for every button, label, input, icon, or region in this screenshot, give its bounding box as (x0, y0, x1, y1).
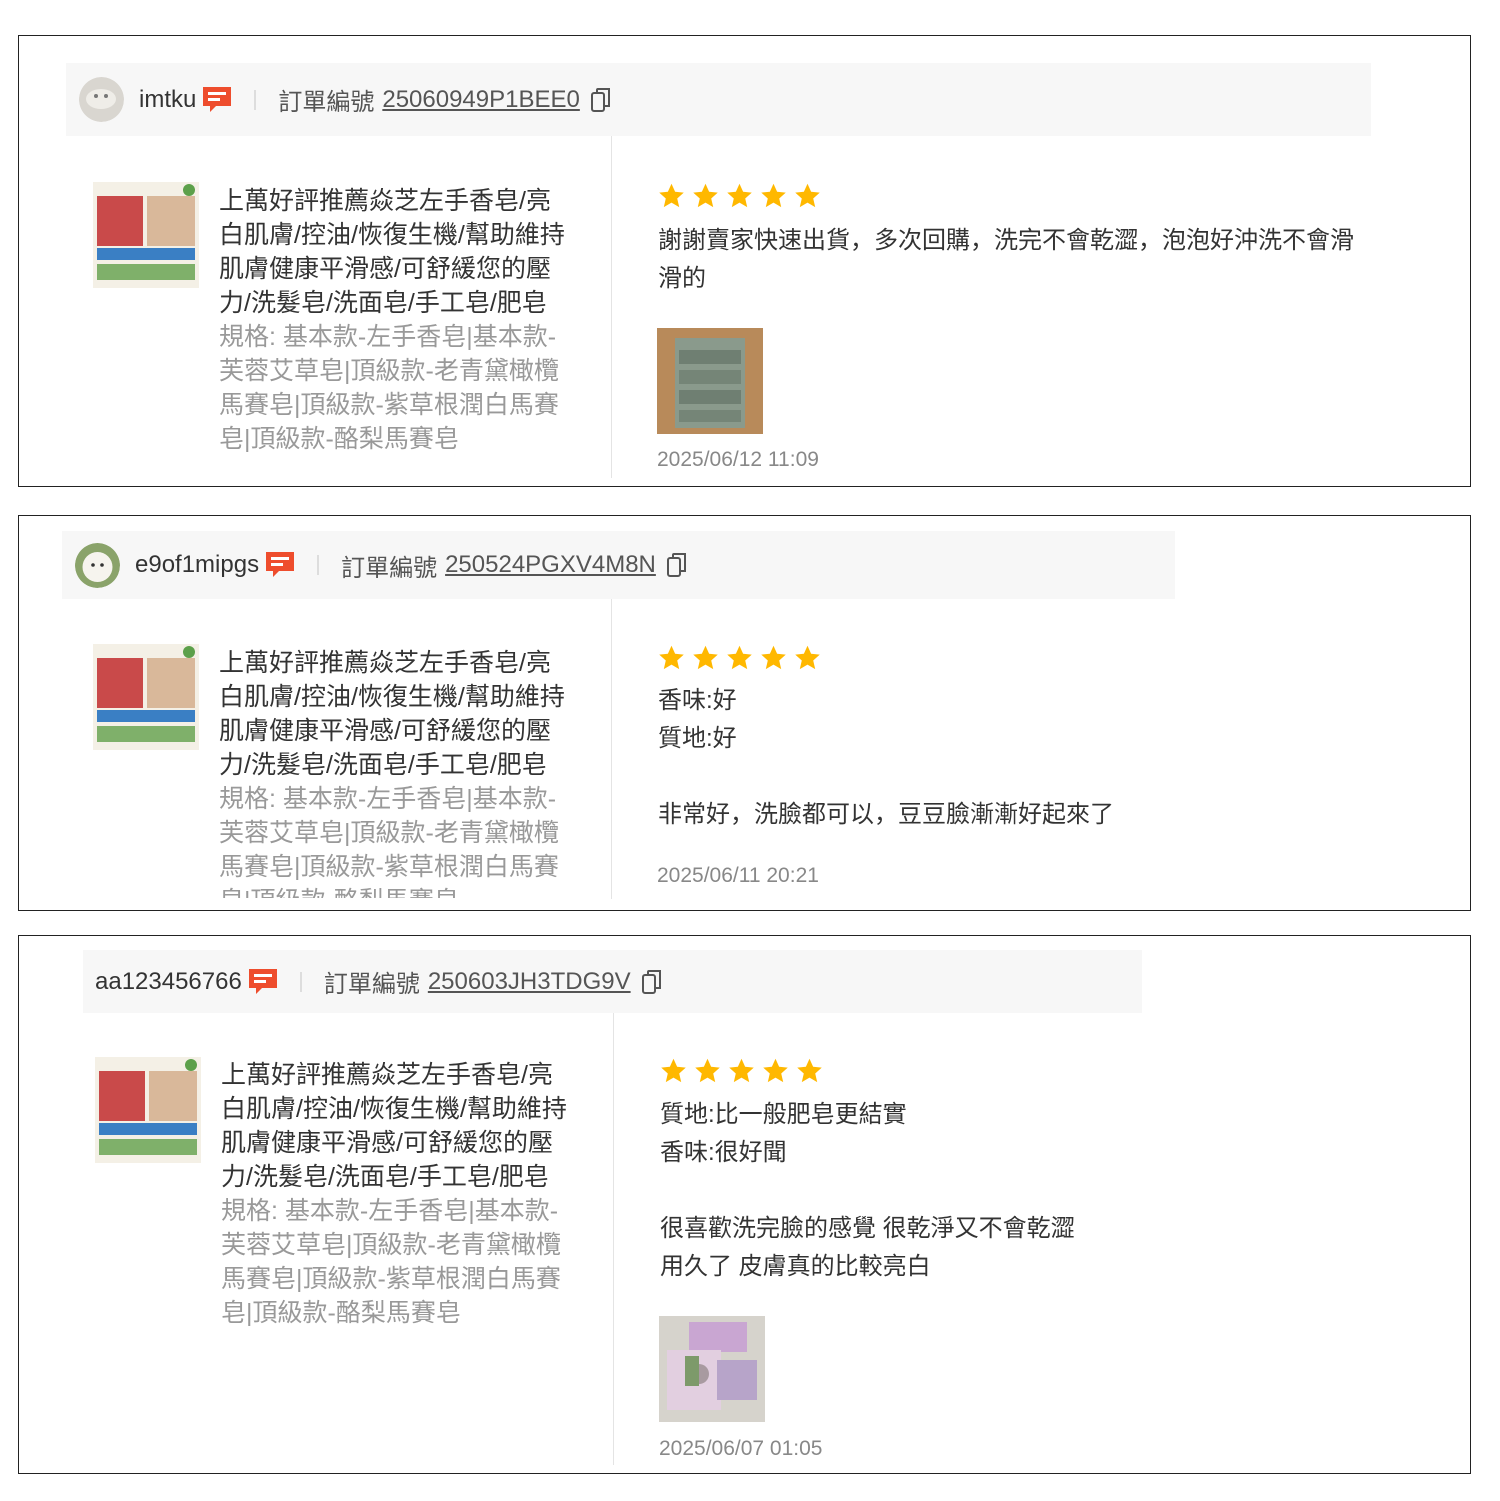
review-header: e9of1mipgs 訂單編號 250524PGXV4M8N (62, 531, 1175, 599)
column-divider (613, 1013, 614, 1465)
star-icon (761, 645, 786, 670)
star-icon (661, 1058, 686, 1083)
star-icon (761, 183, 786, 208)
review-photo[interactable] (657, 328, 763, 434)
star-icon (727, 645, 752, 670)
star-icon (795, 183, 820, 208)
username[interactable]: imtku (139, 86, 196, 114)
chat-bubble-icon[interactable] (248, 967, 278, 997)
star-icon (729, 1058, 754, 1083)
order-number-link[interactable]: 250524PGXV4M8N (445, 551, 656, 579)
product-thumbnail[interactable] (93, 644, 199, 750)
username[interactable]: aa123456766 (95, 968, 242, 996)
order-label: 訂單編號 (341, 554, 438, 582)
star-icon (693, 183, 718, 208)
order-label: 訂單編號 (278, 89, 375, 116)
rating-stars (659, 1057, 824, 1085)
column-divider (611, 136, 612, 478)
star-icon (659, 645, 684, 670)
review-header: aa123456766 訂單編號 250603JH3TDG9V (83, 950, 1142, 1013)
order-label: 訂單編號 (323, 971, 420, 998)
rating-stars (657, 644, 822, 672)
product-info: 上萬好評推薦焱芝左手香皂/亮白肌膚/控油/恢復生機/幫助維持肌膚健康平滑感/可舒… (219, 646, 574, 898)
copy-icon[interactable] (641, 969, 663, 995)
review-card: e9of1mipgs 訂單編號 250524PGXV4M8N 上萬好評推薦焱芝左… (18, 515, 1471, 911)
copy-icon[interactable] (590, 87, 612, 113)
order-number-link[interactable]: 25060949P1BEE0 (382, 86, 580, 114)
header-divider (299, 971, 302, 992)
rating-stars (657, 182, 822, 210)
header-divider (254, 89, 257, 110)
product-variation: 規格: 基本款-左手香皂|基本款-芙蓉艾草皂|頂級款-老青黛橄欖馬賽皂|頂級款-… (219, 785, 559, 898)
user-avatar[interactable] (75, 542, 120, 588)
review-comment: 香味:好 質地:好 非常好，洗臉都可以，豆豆臉漸漸好起來了 (658, 687, 1114, 828)
product-title[interactable]: 上萬好評推薦焱芝左手香皂/亮白肌膚/控油/恢復生機/幫助維持肌膚健康平滑感/可舒… (219, 184, 574, 320)
review-date: 2025/06/07 01:05 (659, 1437, 823, 1460)
review-date: 2025/06/11 20:21 (657, 864, 819, 887)
product-thumbnail[interactable] (95, 1057, 201, 1163)
star-icon (695, 1058, 720, 1083)
product-title[interactable]: 上萬好評推薦焱芝左手香皂/亮白肌膚/控油/恢復生機/幫助維持肌膚健康平滑感/可舒… (219, 646, 574, 782)
header-divider (317, 555, 320, 575)
product-title[interactable]: 上萬好評推薦焱芝左手香皂/亮白肌膚/控油/恢復生機/幫助維持肌膚健康平滑感/可舒… (221, 1058, 576, 1194)
star-icon (797, 1058, 822, 1083)
review-date: 2025/06/12 11:09 (657, 448, 819, 471)
username[interactable]: e9of1mipgs (135, 551, 259, 579)
review-comment: 質地:比一般肥皂更結實 香味:很好聞 很喜歡洗完臉的感覺 很乾淨又不會乾澀 用久… (660, 1101, 1075, 1280)
review-card: aa123456766 訂單編號 250603JH3TDG9V 上萬好評推薦焱芝… (18, 935, 1471, 1474)
star-icon (659, 183, 684, 208)
order-number-link[interactable]: 250603JH3TDG9V (428, 968, 631, 996)
user-avatar[interactable] (79, 77, 124, 122)
product-variation: 規格: 基本款-左手香皂|基本款-芙蓉艾草皂|頂級款-老青黛橄欖馬賽皂|頂級款-… (221, 1197, 561, 1327)
review-photo[interactable] (659, 1316, 765, 1422)
review-card: imtku 訂單編號 25060949P1BEE0 上萬好評推薦焱芝左手香皂/亮… (18, 35, 1471, 487)
product-info: 上萬好評推薦焱芝左手香皂/亮白肌膚/控油/恢復生機/幫助維持肌膚健康平滑感/可舒… (219, 184, 574, 456)
star-icon (693, 645, 718, 670)
star-icon (763, 1058, 788, 1083)
review-header: imtku 訂單編號 25060949P1BEE0 (66, 63, 1371, 136)
chat-bubble-icon[interactable] (202, 85, 232, 115)
star-icon (795, 645, 820, 670)
product-thumbnail[interactable] (93, 182, 199, 288)
review-comment: 謝謝賣家快速出貨，多次回購，洗完不會乾澀，泡泡好沖洗不會滑滑的 (658, 227, 1354, 292)
product-variation: 規格: 基本款-左手香皂|基本款-芙蓉艾草皂|頂級款-老青黛橄欖馬賽皂|頂級款-… (219, 323, 559, 453)
product-info: 上萬好評推薦焱芝左手香皂/亮白肌膚/控油/恢復生機/幫助維持肌膚健康平滑感/可舒… (221, 1058, 576, 1330)
copy-icon[interactable] (666, 552, 688, 578)
column-divider (611, 599, 612, 899)
star-icon (727, 183, 752, 208)
chat-bubble-icon[interactable] (265, 550, 295, 580)
